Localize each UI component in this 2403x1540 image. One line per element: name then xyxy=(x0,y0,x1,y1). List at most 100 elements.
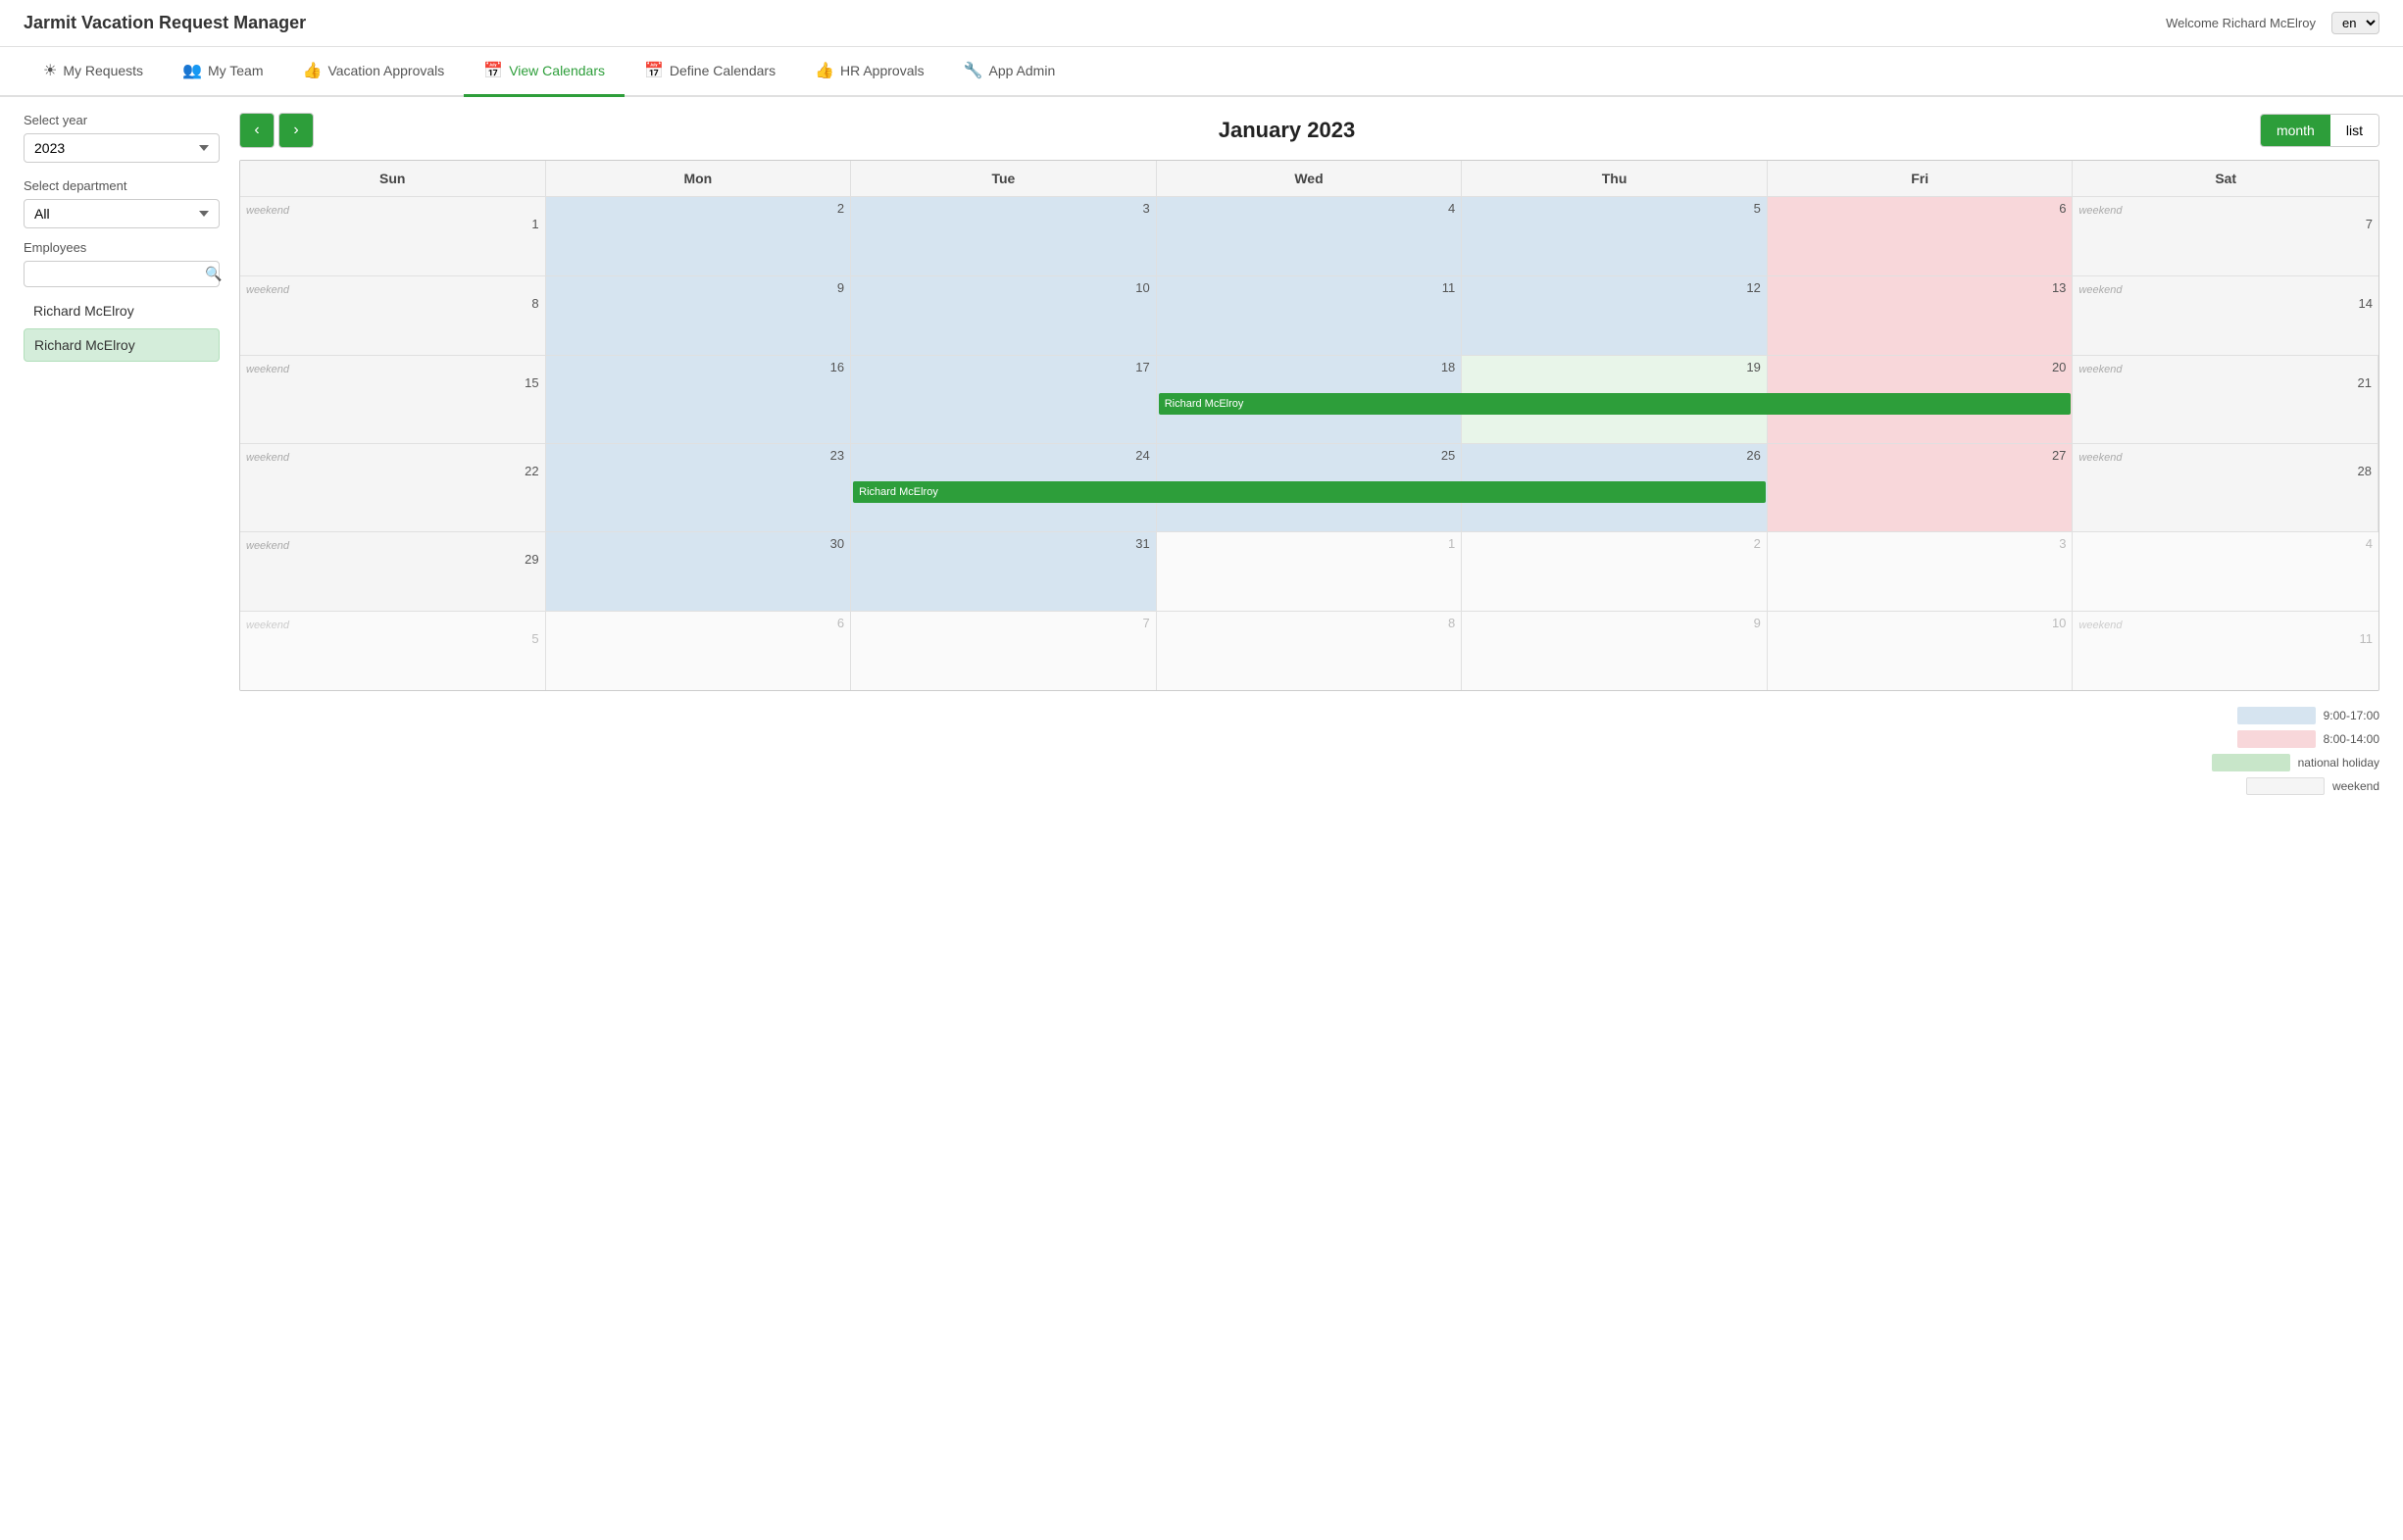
day-feb-3: 3 xyxy=(1768,532,2074,611)
employee-search-input[interactable] xyxy=(32,267,205,281)
employee-item-0[interactable]: Richard McElroy xyxy=(24,295,220,326)
day-feb-7: 7 xyxy=(851,612,1157,690)
day-jan-12: 12 xyxy=(1462,276,1768,355)
nav-bar: ☀ My Requests 👥 My Team 👍 Vacation Appro… xyxy=(0,47,2403,97)
department-selector[interactable]: All Engineering Marketing Sales xyxy=(24,199,220,228)
event-richard-week3[interactable]: Richard McElroy xyxy=(1159,393,2072,415)
search-icon: 🔍 xyxy=(205,266,222,282)
header-mon: Mon xyxy=(546,161,852,196)
nav-item-app-admin[interactable]: 🔧 App Admin xyxy=(944,47,1076,97)
day-jan-31: 31 xyxy=(851,532,1157,611)
day-feb-4: 4 xyxy=(2073,532,2378,611)
app-title: Jarmit Vacation Request Manager xyxy=(24,13,306,33)
sidebar: Select year 2023 2022 2024 Select depart… xyxy=(24,113,220,795)
week-row-2: weekend 8 9 10 11 12 13 xyxy=(240,275,2378,355)
day-feb-2: 2 xyxy=(1462,532,1768,611)
event-richard-week4[interactable]: Richard McElroy xyxy=(853,481,1766,503)
day-feb-9: 9 xyxy=(1462,612,1768,690)
nav-arrows: ‹ › xyxy=(239,113,314,148)
nav-label-app-admin: App Admin xyxy=(989,63,1056,78)
day-jan-11: 11 xyxy=(1157,276,1463,355)
view-month-button[interactable]: month xyxy=(2261,115,2330,146)
header-thu: Thu xyxy=(1462,161,1768,196)
legend-label-blue: 9:00-17:00 xyxy=(2324,709,2379,722)
nav-item-vacation-approvals[interactable]: 👍 Vacation Approvals xyxy=(283,47,465,97)
wrench-icon: 🔧 xyxy=(964,61,983,80)
week-row-3: weekend 15 16 17 18 19 20 xyxy=(240,355,2378,443)
day-jan-27: 27 xyxy=(1768,444,2074,531)
header-sat: Sat xyxy=(2073,161,2378,196)
day-jan-23: 23 xyxy=(546,444,852,531)
thumbsup-icon: 👍 xyxy=(303,61,323,80)
view-toggle: month list xyxy=(2260,114,2379,147)
calendar-title: January 2023 xyxy=(1219,118,1355,143)
legend-item-green: national holiday xyxy=(2212,754,2379,771)
day-jan-28: weekend 28 xyxy=(2073,444,2378,531)
day-jan-4: 4 xyxy=(1157,197,1463,275)
nav-item-view-calendars[interactable]: 📅 View Calendars xyxy=(464,47,625,97)
year-selector[interactable]: 2023 2022 2024 xyxy=(24,133,220,163)
welcome-text: Welcome Richard McElroy xyxy=(2166,16,2316,30)
thumbsup2-icon: 👍 xyxy=(815,61,834,80)
employee-item-1[interactable]: Richard McElroy xyxy=(24,328,220,362)
day-jan-16: 16 xyxy=(546,356,852,443)
top-right-area: Welcome Richard McElroy en xyxy=(2166,12,2379,34)
nav-item-define-calendars[interactable]: 📅 Define Calendars xyxy=(625,47,795,97)
nav-item-my-team[interactable]: 👥 My Team xyxy=(163,47,282,97)
legend-box-white xyxy=(2246,777,2325,795)
employees-label: Employees xyxy=(24,240,220,255)
day-jan-30: 30 xyxy=(546,532,852,611)
nav-label-view-calendars: View Calendars xyxy=(509,63,605,78)
calendar2-icon: 📅 xyxy=(644,61,664,80)
legend: 9:00-17:00 8:00-14:00 national holiday w… xyxy=(239,707,2379,795)
nav-label-define-calendars: Define Calendars xyxy=(670,63,776,78)
day-jan-29: weekend 29 xyxy=(240,532,546,611)
language-selector[interactable]: en xyxy=(2331,12,2379,34)
day-jan-9: 9 xyxy=(546,276,852,355)
next-month-button[interactable]: › xyxy=(278,113,314,148)
nav-label-my-team: My Team xyxy=(208,63,264,78)
nav-label-hr-approvals: HR Approvals xyxy=(840,63,925,78)
nav-item-my-requests[interactable]: ☀ My Requests xyxy=(24,47,163,97)
day-jan-15: weekend 15 xyxy=(240,356,546,443)
legend-item-pink: 8:00-14:00 xyxy=(2237,730,2379,748)
legend-box-pink xyxy=(2237,730,2316,748)
nav-label-vacation-approvals: Vacation Approvals xyxy=(327,63,444,78)
week-row-6: weekend 5 6 7 8 9 10 w xyxy=(240,611,2378,690)
day-feb-6: 6 xyxy=(546,612,852,690)
nav-item-hr-approvals[interactable]: 👍 HR Approvals xyxy=(795,47,944,97)
sun-icon: ☀ xyxy=(43,61,57,80)
day-jan-6: 6 xyxy=(1768,197,2074,275)
legend-box-green xyxy=(2212,754,2290,771)
calendar-controls: ‹ › January 2023 month list xyxy=(239,113,2379,148)
day-feb-10: 10 xyxy=(1768,612,2074,690)
calendar-icon: 📅 xyxy=(483,61,503,80)
day-feb-1: 1 xyxy=(1157,532,1463,611)
view-list-button[interactable]: list xyxy=(2330,115,2378,146)
header-sun: Sun xyxy=(240,161,546,196)
header-fri: Fri xyxy=(1768,161,2074,196)
day-jan-7: weekend 7 xyxy=(2073,197,2378,275)
prev-month-button[interactable]: ‹ xyxy=(239,113,275,148)
legend-label-green: national holiday xyxy=(2298,756,2379,770)
employees-section: Employees 🔍 Richard McElroy Richard McEl… xyxy=(24,240,220,362)
day-feb-5: weekend 5 xyxy=(240,612,546,690)
day-jan-21: weekend 21 xyxy=(2073,356,2378,443)
legend-item-white: weekend xyxy=(2246,777,2379,795)
day-feb-11: weekend 11 xyxy=(2073,612,2378,690)
calendar-header-row: Sun Mon Tue Wed Thu Fri Sat xyxy=(240,161,2378,196)
legend-label-white: weekend xyxy=(2332,779,2379,793)
legend-label-pink: 8:00-14:00 xyxy=(2324,732,2379,746)
year-label: Select year xyxy=(24,113,220,127)
week-row-5: weekend 29 30 31 1 2 3 xyxy=(240,531,2378,611)
day-jan-10: 10 xyxy=(851,276,1157,355)
legend-box-blue xyxy=(2237,707,2316,724)
dept-label: Select department xyxy=(24,178,220,193)
calendar-area: ‹ › January 2023 month list Sun Mon Tue … xyxy=(239,113,2379,795)
employee-search-box[interactable]: 🔍 xyxy=(24,261,220,287)
header-tue: Tue xyxy=(851,161,1157,196)
day-jan-22: weekend 22 xyxy=(240,444,546,531)
header-wed: Wed xyxy=(1157,161,1463,196)
nav-label-my-requests: My Requests xyxy=(63,63,143,78)
day-jan-8: weekend 8 xyxy=(240,276,546,355)
